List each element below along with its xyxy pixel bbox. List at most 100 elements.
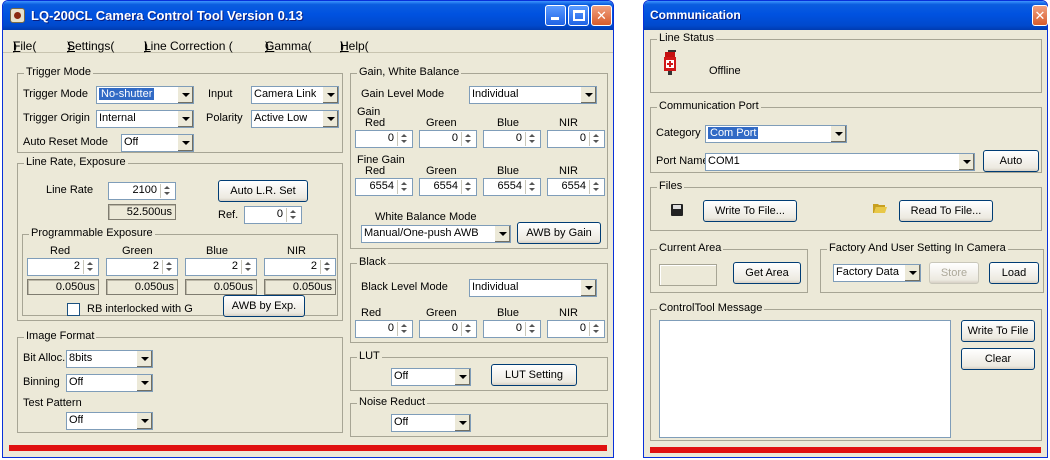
awb-by-gain-button[interactable]: AWB by Gain bbox=[517, 222, 601, 244]
chevron-down-icon[interactable] bbox=[494, 226, 510, 242]
spin-arrows-icon[interactable] bbox=[589, 180, 603, 194]
spin-arrows-icon[interactable] bbox=[525, 322, 539, 336]
black-level-mode-select[interactable]: Individual bbox=[469, 279, 597, 297]
comm-titlebar[interactable]: Communication ✕ bbox=[644, 1, 1048, 30]
chevron-down-icon[interactable] bbox=[177, 87, 193, 103]
comm-close-button[interactable]: ✕ bbox=[1032, 5, 1048, 26]
test-pattern-select[interactable]: Off bbox=[66, 412, 153, 430]
exposure-nir-spinner[interactable]: 2 bbox=[264, 258, 336, 276]
spin-arrows-icon[interactable] bbox=[397, 132, 411, 146]
spin-arrows-icon[interactable] bbox=[286, 208, 300, 222]
gain-nir-spinner[interactable]: 0 bbox=[547, 130, 605, 148]
exposure-blue-readout: 0.050us bbox=[185, 279, 257, 295]
spin-arrows-icon[interactable] bbox=[162, 260, 176, 274]
get-area-button[interactable]: Get Area bbox=[733, 262, 801, 284]
line-rate-spinner[interactable]: 2100 bbox=[108, 182, 176, 200]
read-to-file-button[interactable]: Read To File... bbox=[899, 200, 993, 222]
factory-data-select[interactable]: Factory Data bbox=[833, 264, 921, 282]
gain-green-spinner[interactable]: 0 bbox=[419, 130, 477, 148]
black-red-spinner[interactable]: 0 bbox=[355, 320, 413, 338]
spin-arrows-icon[interactable] bbox=[589, 132, 603, 146]
chevron-down-icon[interactable] bbox=[580, 280, 596, 296]
chevron-down-icon[interactable] bbox=[322, 111, 338, 127]
chevron-down-icon[interactable] bbox=[580, 87, 596, 103]
spin-arrows-icon[interactable] bbox=[397, 322, 411, 336]
chevron-down-icon[interactable] bbox=[830, 126, 846, 142]
input-select[interactable]: Camera Link bbox=[251, 86, 339, 104]
exposure-red-spinner[interactable]: 2 bbox=[27, 258, 99, 276]
programmable-exposure-legend: Programmable Exposure bbox=[29, 227, 155, 239]
close-icon: ✕ bbox=[596, 8, 607, 23]
spin-arrows-icon[interactable] bbox=[320, 260, 334, 274]
spin-arrows-icon[interactable] bbox=[397, 180, 411, 194]
fine-gain-red-spinner[interactable]: 6554 bbox=[355, 178, 413, 196]
spin-arrows-icon[interactable] bbox=[241, 260, 255, 274]
black-blue-spinner[interactable]: 0 bbox=[483, 320, 541, 338]
line-status-group: Line Status Offline bbox=[650, 32, 1042, 93]
noise-reduct-select[interactable]: Off bbox=[391, 414, 471, 432]
maximize-button[interactable] bbox=[568, 5, 589, 26]
spin-arrows-icon[interactable] bbox=[461, 132, 475, 146]
ref-spinner[interactable]: 0 bbox=[244, 206, 302, 224]
fine-gain-blue-spinner[interactable]: 6554 bbox=[483, 178, 541, 196]
prog-header-blue: Blue bbox=[206, 245, 229, 257]
trigger-mode-select[interactable]: No-shutter bbox=[96, 86, 194, 104]
gain-red-spinner[interactable]: 0 bbox=[355, 130, 413, 148]
fine-gain-green-spinner[interactable]: 6554 bbox=[419, 178, 477, 196]
wb-mode-select[interactable]: Manual/One-push AWB bbox=[361, 225, 511, 243]
black-nir-spinner[interactable]: 0 bbox=[547, 320, 605, 338]
chevron-down-icon[interactable] bbox=[958, 154, 974, 170]
spin-arrows-icon[interactable] bbox=[525, 180, 539, 194]
line-rate-group: Line Rate, Exposure Line Rate 2100 52.50… bbox=[17, 156, 343, 321]
gain-header-nir: NIR bbox=[559, 117, 578, 129]
spin-arrows-icon[interactable] bbox=[83, 260, 97, 274]
spin-arrows-icon[interactable] bbox=[160, 184, 174, 198]
fine-gain-nir-spinner[interactable]: 6554 bbox=[547, 178, 605, 196]
gain-level-mode-select[interactable]: Individual bbox=[469, 86, 597, 104]
image-format-legend: Image Format bbox=[24, 330, 97, 342]
chevron-down-icon[interactable] bbox=[454, 369, 470, 385]
chevron-down-icon[interactable] bbox=[136, 375, 152, 391]
spin-arrows-icon[interactable] bbox=[525, 132, 539, 146]
awb-by-exp-button[interactable]: AWB by Exp. bbox=[223, 295, 305, 317]
chevron-down-icon[interactable] bbox=[177, 111, 193, 127]
spin-arrows-icon[interactable] bbox=[589, 322, 603, 336]
lut-select[interactable]: Off bbox=[391, 368, 471, 386]
auto-button[interactable]: Auto bbox=[983, 150, 1039, 172]
category-select[interactable]: Com Port bbox=[705, 125, 847, 143]
exposure-green-spinner[interactable]: 2 bbox=[106, 258, 178, 276]
auto-reset-select[interactable]: Off bbox=[121, 134, 194, 152]
port-name-select[interactable]: COM1 bbox=[705, 153, 975, 171]
chevron-down-icon[interactable] bbox=[454, 415, 470, 431]
auto-lr-set-button[interactable]: Auto L.R. Set bbox=[218, 180, 308, 202]
gain-blue-spinner[interactable]: 0 bbox=[483, 130, 541, 148]
bit-alloc-select[interactable]: 8bits bbox=[66, 350, 153, 368]
chevron-down-icon[interactable] bbox=[136, 351, 152, 367]
spin-arrows-icon[interactable] bbox=[461, 180, 475, 194]
black-green-spinner[interactable]: 0 bbox=[419, 320, 477, 338]
exposure-red-readout: 0.050us bbox=[27, 279, 99, 295]
clear-button[interactable]: Clear bbox=[961, 348, 1035, 370]
main-titlebar[interactable]: LQ-200CL Camera Control Tool Version 0.1… bbox=[3, 1, 613, 30]
spin-arrows-icon[interactable] bbox=[461, 322, 475, 336]
chevron-down-icon[interactable] bbox=[136, 413, 152, 429]
message-textarea[interactable] bbox=[659, 320, 951, 438]
store-button[interactable]: Store bbox=[929, 262, 979, 284]
connection-plug-icon bbox=[663, 50, 677, 75]
rb-interlocked-checkbox[interactable] bbox=[67, 303, 80, 316]
chevron-down-icon[interactable] bbox=[177, 135, 193, 151]
message-write-to-file-button[interactable]: Write To File bbox=[961, 320, 1035, 342]
lut-setting-button[interactable]: LUT Setting bbox=[491, 364, 577, 386]
binning-select[interactable]: Off bbox=[66, 374, 153, 392]
chevron-down-icon[interactable] bbox=[322, 87, 338, 103]
black-legend: Black bbox=[357, 256, 388, 268]
trigger-origin-select[interactable]: Internal bbox=[96, 110, 194, 128]
exposure-blue-spinner[interactable]: 2 bbox=[185, 258, 257, 276]
close-button[interactable]: ✕ bbox=[591, 5, 612, 26]
gain-header-red: Red bbox=[365, 117, 386, 129]
minimize-button[interactable] bbox=[545, 5, 566, 26]
chevron-down-icon[interactable] bbox=[904, 265, 920, 281]
polarity-select[interactable]: Active Low bbox=[251, 110, 339, 128]
load-button[interactable]: Load bbox=[989, 262, 1039, 284]
write-to-file-button[interactable]: Write To File... bbox=[703, 200, 797, 222]
